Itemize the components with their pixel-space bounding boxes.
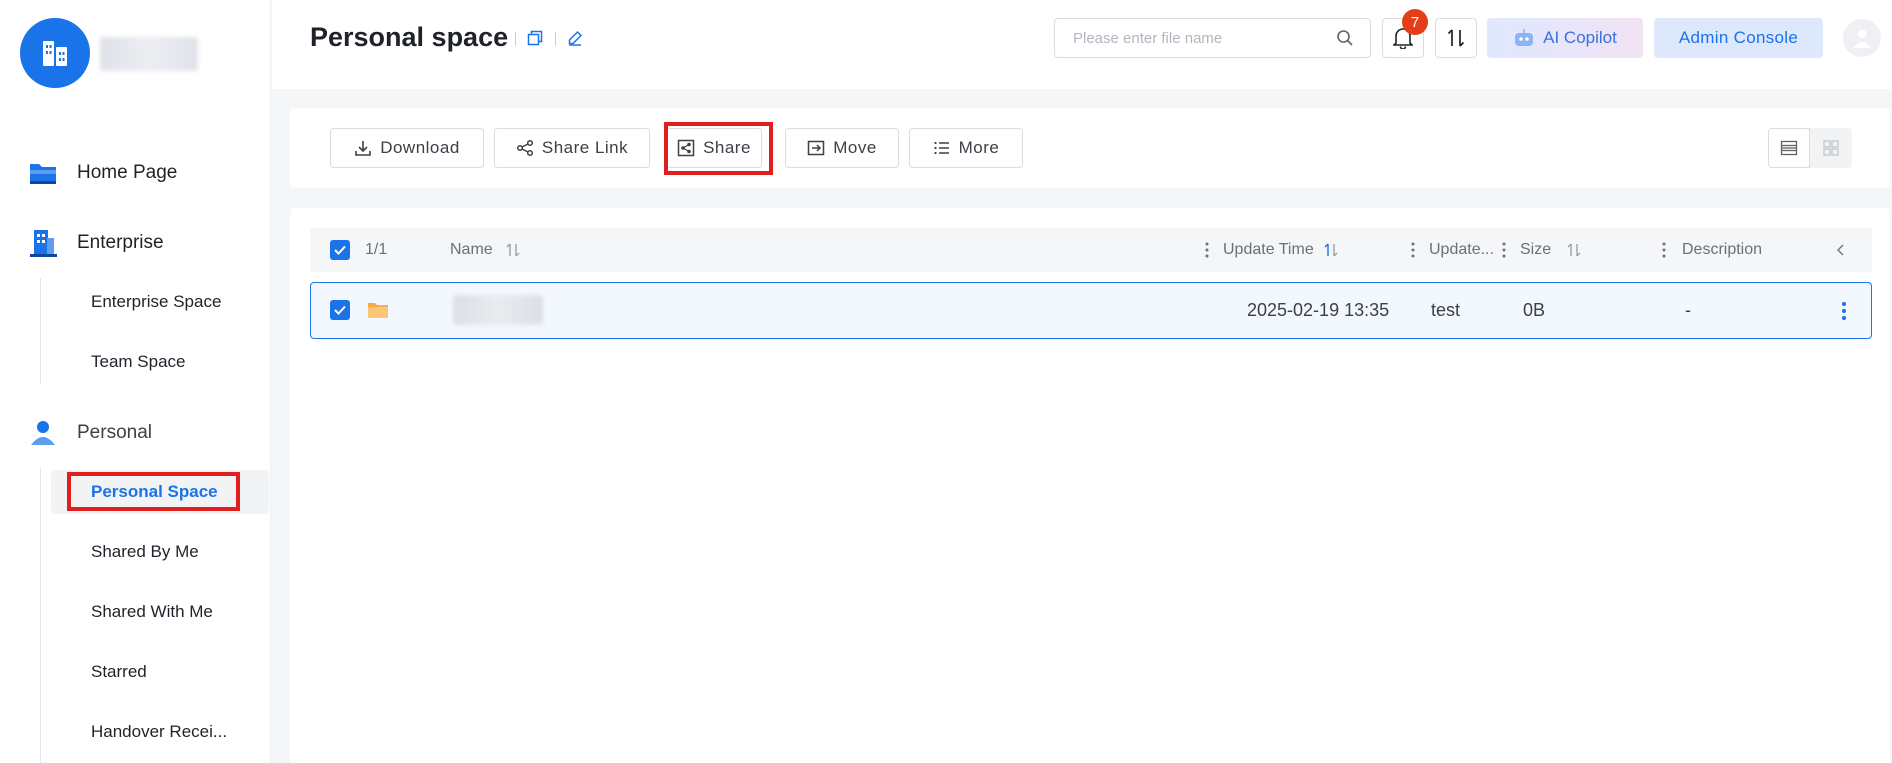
sidebar-item-label: Personal bbox=[77, 422, 152, 443]
row-update-time: 2025-02-19 13:35 bbox=[1247, 300, 1390, 320]
file-table: 1/1 Name Update Time Update... Size Desc… bbox=[290, 208, 1890, 763]
user-icon bbox=[28, 418, 58, 448]
edit-icon[interactable] bbox=[564, 27, 586, 49]
admin-console-button[interactable]: Admin Console bbox=[1654, 18, 1823, 58]
share-link-button[interactable]: Share Link bbox=[494, 128, 650, 168]
sidebar-item-starred[interactable]: Starred bbox=[91, 660, 147, 684]
sidebar-item-label: Enterprise bbox=[77, 232, 164, 253]
top-header: Personal space 7 bbox=[272, 0, 1892, 89]
more-label: More bbox=[958, 138, 1000, 157]
table-row[interactable]: 2025-02-19 13:35 test 0B - bbox=[310, 282, 1872, 339]
ai-copilot-button[interactable]: AI Copilot bbox=[1487, 18, 1643, 58]
folder-icon bbox=[28, 158, 58, 188]
file-name-redacted[interactable] bbox=[453, 295, 543, 325]
download-icon bbox=[355, 141, 371, 156]
page-title: Personal space bbox=[310, 22, 509, 52]
column-header-size[interactable]: Size bbox=[1520, 228, 1551, 272]
grid-view-button[interactable] bbox=[1810, 128, 1852, 168]
column-resize-icon[interactable] bbox=[1205, 241, 1209, 259]
row-more-icon[interactable] bbox=[1841, 301, 1847, 321]
download-button[interactable]: Download bbox=[330, 128, 484, 168]
sidebar-item-enterprise-space[interactable]: Enterprise Space bbox=[91, 290, 221, 314]
selection-count: 1/1 bbox=[365, 241, 388, 258]
sort-icon[interactable] bbox=[505, 242, 521, 258]
highlight-box bbox=[67, 472, 240, 511]
divider bbox=[515, 32, 516, 46]
sidebar-item-handover-received[interactable]: Handover Recei... bbox=[91, 720, 227, 744]
column-header-update-time[interactable]: Update Time bbox=[1223, 228, 1314, 272]
column-resize-icon[interactable] bbox=[1502, 241, 1506, 259]
divider bbox=[555, 32, 556, 46]
view-toggle bbox=[1768, 128, 1852, 168]
search-input[interactable] bbox=[1055, 19, 1315, 57]
sidebar-item-label: Home Page bbox=[77, 162, 178, 183]
move-label: Move bbox=[833, 138, 877, 157]
office-building-icon bbox=[28, 228, 58, 258]
collapse-column-icon[interactable] bbox=[1835, 242, 1847, 258]
check-icon bbox=[334, 245, 346, 255]
sidebar-item-team-space[interactable]: Team Space bbox=[91, 350, 186, 374]
more-button[interactable]: More bbox=[909, 128, 1023, 168]
building-logo-icon bbox=[43, 41, 67, 66]
user-avatar-icon bbox=[1853, 29, 1871, 48]
sort-icon[interactable] bbox=[1566, 242, 1582, 258]
ai-copilot-label: AI Copilot bbox=[1543, 28, 1617, 47]
select-all-checkbox[interactable] bbox=[330, 240, 350, 260]
tree-line bbox=[40, 278, 41, 384]
list-icon bbox=[934, 141, 949, 155]
sort-icon[interactable] bbox=[1323, 242, 1339, 258]
app-logo[interactable] bbox=[20, 18, 90, 88]
notification-badge: 7 bbox=[1402, 9, 1428, 35]
copy-icon[interactable] bbox=[524, 27, 546, 49]
list-view-icon bbox=[1780, 140, 1798, 156]
grid-view-icon bbox=[1823, 140, 1839, 156]
download-label: Download bbox=[380, 138, 460, 157]
row-updated-by: test bbox=[1431, 300, 1461, 320]
search-icon[interactable] bbox=[1336, 29, 1354, 52]
sidebar-item-shared-with-me[interactable]: Shared With Me bbox=[91, 600, 213, 624]
move-button[interactable]: Move bbox=[785, 128, 899, 168]
robot-icon bbox=[1515, 29, 1534, 46]
table-header: 1/1 Name Update Time Update... Size Desc… bbox=[310, 228, 1872, 272]
column-header-updated-by[interactable]: Update... bbox=[1429, 228, 1494, 272]
organization-name-redacted bbox=[100, 37, 198, 71]
sidebar-item-shared-by-me[interactable]: Shared By Me bbox=[91, 540, 199, 564]
avatar[interactable] bbox=[1843, 19, 1881, 57]
check-icon bbox=[334, 305, 346, 315]
share-link-label: Share Link bbox=[541, 138, 629, 157]
highlight-box bbox=[664, 122, 773, 175]
column-resize-icon[interactable] bbox=[1411, 241, 1415, 259]
column-resize-icon[interactable] bbox=[1662, 241, 1666, 259]
row-description: - bbox=[1685, 300, 1691, 320]
column-header-description[interactable]: Description bbox=[1682, 228, 1762, 272]
file-search bbox=[1054, 18, 1371, 58]
transfer-button[interactable] bbox=[1435, 18, 1477, 58]
share-nodes-icon bbox=[516, 139, 533, 157]
list-view-button[interactable] bbox=[1768, 128, 1810, 168]
tree-line bbox=[40, 468, 41, 763]
sidebar: Home Page Enterprise Enterprise Space Te… bbox=[0, 0, 271, 763]
column-header-name[interactable]: Name bbox=[450, 228, 493, 272]
row-checkbox[interactable] bbox=[330, 300, 350, 320]
row-size: 0B bbox=[1523, 300, 1546, 320]
transfer-arrows-icon bbox=[1447, 29, 1465, 47]
action-toolbar: Download Share Link Share Move More bbox=[290, 108, 1890, 188]
move-icon bbox=[807, 140, 825, 156]
folder-icon bbox=[368, 303, 388, 318]
